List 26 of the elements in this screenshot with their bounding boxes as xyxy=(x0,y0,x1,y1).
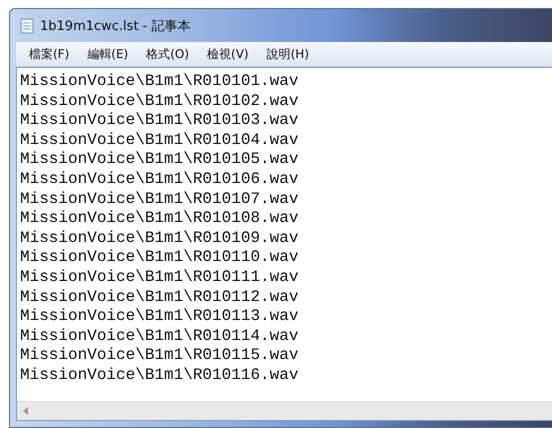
text-line: MissionVoice\B1m1\R010103.wav xyxy=(20,111,300,131)
text-line: MissionVoice\B1m1\R010113.wav xyxy=(20,307,300,327)
menu-item[interactable]: 檔案(F) xyxy=(27,44,72,64)
text-line: MissionVoice\B1m1\R010116.wav xyxy=(20,366,300,386)
notepad-icon xyxy=(20,18,34,34)
text-line: MissionVoice\B1m1\R010112.wav xyxy=(20,288,300,308)
text-line: MissionVoice\B1m1\R010109.wav xyxy=(20,228,300,248)
scroll-left-icon[interactable] xyxy=(23,407,28,415)
text-line: MissionVoice\B1m1\R010108.wav xyxy=(20,209,300,229)
menu-item[interactable]: 檢視(V) xyxy=(205,44,251,64)
text-line: MissionVoice\B1m1\R010115.wav xyxy=(20,346,300,366)
menu-item[interactable]: 格式(O) xyxy=(144,44,192,64)
text-line: MissionVoice\B1m1\R010104.wav xyxy=(20,130,300,150)
text-line: MissionVoice\B1m1\R010102.wav xyxy=(20,92,300,112)
text-line: MissionVoice\B1m1\R010111.wav xyxy=(20,268,300,288)
text-line: MissionVoice\B1m1\R010105.wav xyxy=(20,150,300,170)
text-line: MissionVoice\B1m1\R010114.wav xyxy=(20,326,300,346)
menu-item[interactable]: 編輯(E) xyxy=(85,44,130,64)
horizontal-scrollbar[interactable] xyxy=(17,401,552,420)
text-line: MissionVoice\B1m1\R010107.wav xyxy=(20,190,300,210)
text-editor[interactable] xyxy=(16,67,552,421)
text-line: MissionVoice\B1m1\R010110.wav xyxy=(20,248,300,268)
window-title: 1b19m1cwc.lst - 記事本 xyxy=(40,18,190,34)
text-line: MissionVoice\B1m1\R010101.wav xyxy=(20,72,300,92)
text-line: MissionVoice\B1m1\R010106.wav xyxy=(20,170,300,190)
menu-item[interactable]: 說明(H) xyxy=(264,44,311,64)
